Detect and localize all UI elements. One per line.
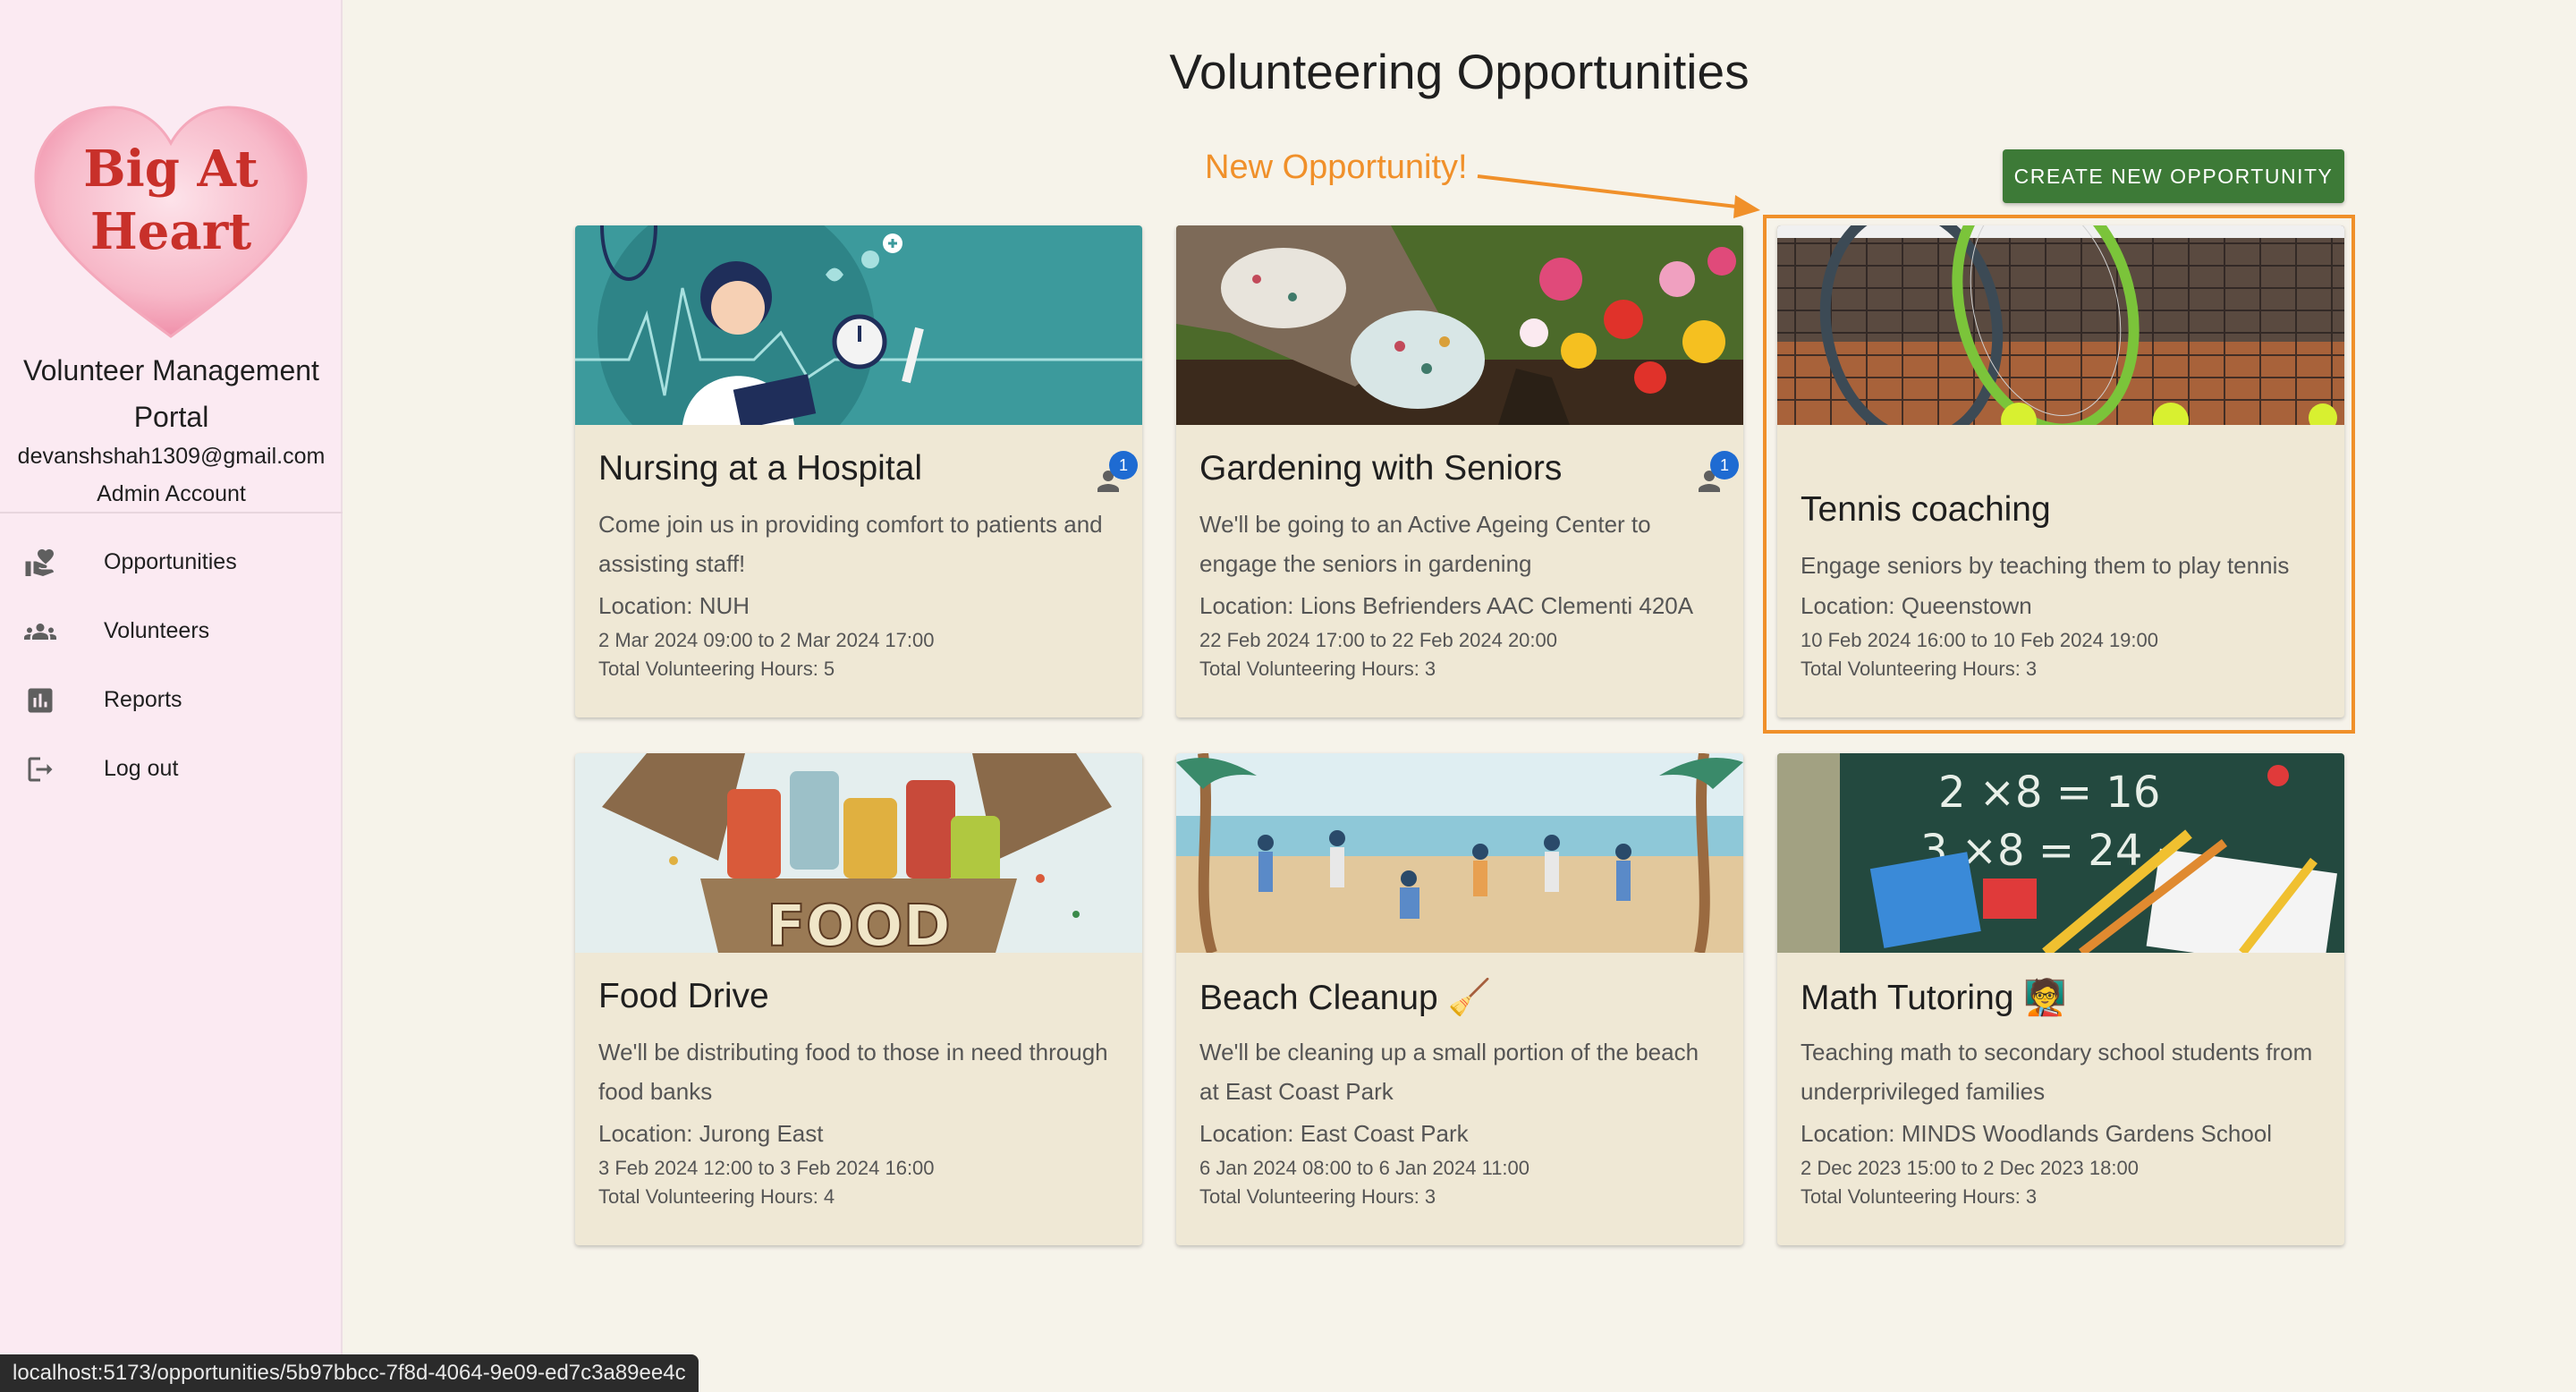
card-title: Beach Cleanup 🧹 [1199,979,1492,1017]
svg-text:Heart: Heart [90,202,251,261]
card-hours: Total Volunteering Hours: 4 [598,1185,835,1208]
volunteer-hand-heart-icon [23,546,57,580]
card-date: 3 Feb 2024 12:00 to 3 Feb 2024 16:00 [598,1157,935,1179]
card-date: 2 Dec 2023 15:00 to 2 Dec 2023 18:00 [1801,1157,2139,1179]
opportunity-card-math-tutoring[interactable]: 2 ×8 = 16 3 ×8 = 24 Math Tutoring 🧑‍🏫 Te… [1777,753,2344,1245]
create-new-opportunity-button[interactable]: CREATE NEW OPPORTUNITY [2003,149,2344,203]
opportunity-card-food-drive[interactable]: FOOD Food Drive We'll be distributing fo… [575,753,1142,1245]
card-location: Location: Lions Befrienders AAC Clementi… [1199,592,1694,619]
big-at-heart-logo[interactable]: Big At Heart [34,106,308,340]
tennis-photo [1777,225,2344,425]
card-date: 2 Mar 2024 09:00 to 2 Mar 2024 17:00 [598,629,935,651]
card-hours: Total Volunteering Hours: 3 [1199,1185,1436,1208]
math-chalkboard-photo: 2 ×8 = 16 3 ×8 = 24 [1777,753,2344,953]
portal-title: Volunteer Management Portal [23,354,319,433]
signup-badge: 1 [1710,451,1739,480]
signup-badge: 1 [1109,451,1138,480]
new-opportunity-annotation: New Opportunity! [1205,149,1468,186]
svg-text:Big At: Big At [83,140,258,199]
card-location: Location: East Coast Park [1199,1120,1469,1147]
sidebar-item-label: Log out [104,756,179,781]
card-description: Come join us in providing comfort to pat… [598,511,1103,577]
card-description: We'll be distributing food to those in n… [598,1039,1108,1105]
card-date: 10 Feb 2024 16:00 to 10 Feb 2024 19:00 [1801,629,2158,651]
opportunity-card-beach-cleanup[interactable]: Beach Cleanup 🧹 We'll be cleaning up a s… [1176,753,1743,1245]
card-date: 22 Feb 2024 17:00 to 22 Feb 2024 20:00 [1199,629,1557,651]
card-hours: Total Volunteering Hours: 3 [1801,1185,2038,1208]
svg-text:2 ×8 = 16: 2 ×8 = 16 [1938,768,2160,818]
sidebar-item-label: Reports [104,687,182,712]
sidebar: Big At Heart Volunteer Management Portal… [0,0,343,1392]
sidebar-item-label: Opportunities [104,549,237,574]
sidebar-item-volunteers[interactable]: Volunteers [0,597,343,666]
food-box-illustration: FOOD [575,753,1142,953]
card-location: Location: Jurong East [598,1120,824,1147]
card-description: Engage seniors by teaching them to play … [1801,552,2290,579]
sidebar-item-opportunities[interactable]: Opportunities [0,528,343,597]
card-title: Math Tutoring 🧑‍🏫 [1801,979,2067,1017]
beach-cleanup-illustration [1176,753,1743,953]
sidebar-divider [0,512,343,514]
sidebar-item-label: Volunteers [104,618,210,643]
card-location: Location: MINDS Woodlands Gardens School [1801,1120,2273,1147]
card-title: Food Drive [598,977,769,1015]
card-date: 6 Jan 2024 08:00 to 6 Jan 2024 11:00 [1199,1157,1530,1179]
sidebar-item-reports[interactable]: Reports [0,666,343,734]
annotation-arrow-icon [1477,174,1760,218]
account-type: Admin Account [97,481,246,506]
card-title: Tennis coaching [1801,490,2051,529]
user-email: devanshshah1309@gmail.com [17,444,326,469]
page-title: Volunteering Opportunities [1169,44,1750,99]
nurse-illustration [575,225,1142,425]
gardening-photo [1176,225,1743,425]
card-hours: Total Volunteering Hours: 3 [1801,658,2038,680]
people-icon [23,615,57,649]
opportunity-card-nursing[interactable]: Nursing at a Hospital 1 Come join us in … [575,225,1142,717]
card-description: We'll be going to an Active Ageing Cente… [1199,511,1651,577]
card-description: Teaching math to secondary school studen… [1801,1039,2313,1105]
card-title: Nursing at a Hospital [598,449,923,488]
sidebar-item-logout[interactable]: Log out [0,734,343,803]
card-title: Gardening with Seniors [1199,449,1563,488]
logout-icon [23,752,57,786]
sidebar-nav: Opportunities Volunteers Reports Log out [0,528,343,803]
card-location: Location: Queenstown [1801,592,2032,619]
signup-count[interactable]: 1 [1693,451,1739,496]
signup-count[interactable]: 1 [1092,451,1138,496]
opportunity-card-tennis[interactable]: Tennis coaching Engage seniors by teachi… [1777,225,2344,717]
svg-text:FOOD: FOOD [767,894,951,953]
card-description: We'll be cleaning up a small portion of … [1199,1039,1699,1105]
card-location: Location: NUH [598,592,750,619]
bar-chart-icon [23,683,57,717]
browser-status-bar-url: localhost:5173/opportunities/5b97bbcc-7f… [0,1354,699,1392]
opportunity-card-gardening[interactable]: Gardening with Seniors 1 We'll be going … [1176,225,1743,717]
card-hours: Total Volunteering Hours: 3 [1199,658,1436,680]
card-hours: Total Volunteering Hours: 5 [598,658,835,680]
